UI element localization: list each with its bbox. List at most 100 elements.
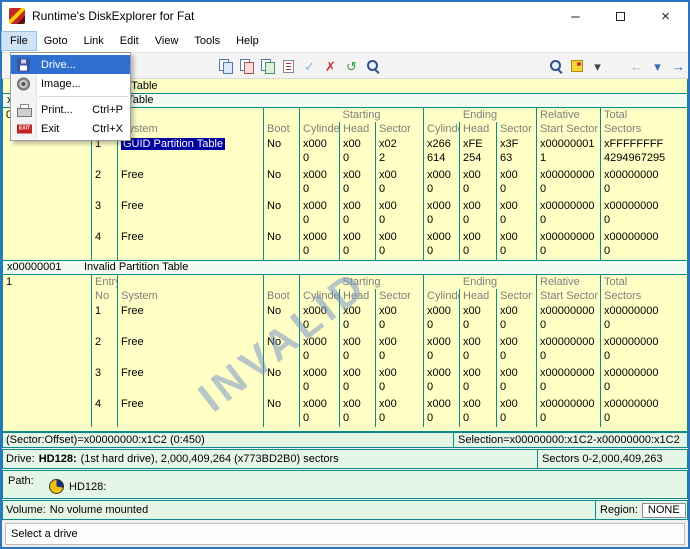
menu-goto[interactable]: Goto: [36, 32, 76, 50]
value-cell[interactable]: x000000000: [600, 303, 687, 334]
value-cell[interactable]: x000: [459, 198, 496, 229]
system-cell[interactable]: Free: [117, 334, 263, 365]
value-cell[interactable]: x0000: [423, 198, 459, 229]
fill-icon[interactable]: [257, 56, 278, 77]
value-cell[interactable]: x000: [339, 334, 375, 365]
value-cell[interactable]: x000: [496, 334, 536, 365]
menu-item-image[interactable]: Image...: [11, 74, 130, 93]
value-cell[interactable]: x000: [375, 334, 423, 365]
apply-changes-icon[interactable]: ✓: [299, 56, 320, 77]
menu-item-exit[interactable]: Exit Ctrl+X: [11, 119, 130, 138]
value-cell[interactable]: x0000: [423, 229, 459, 260]
boot-cell[interactable]: No: [263, 167, 299, 198]
value-cell[interactable]: x000000000: [600, 396, 687, 427]
partition-entry-row[interactable]: 4 Free No x0000x000x000x0000x000x000x000…: [3, 229, 687, 260]
undo-icon[interactable]: ↺: [341, 56, 362, 77]
boot-cell[interactable]: No: [263, 229, 299, 260]
partition-entry-row[interactable]: 2 Free No x0000x000x000x0000x000x000x000…: [3, 334, 687, 365]
value-cell[interactable]: x000: [496, 167, 536, 198]
value-cell[interactable]: x000: [375, 167, 423, 198]
value-cell[interactable]: x000: [339, 396, 375, 427]
value-cell[interactable]: x000: [339, 229, 375, 260]
maximize-button[interactable]: [598, 2, 643, 30]
value-cell[interactable]: xFFFFFFFF4294967295: [600, 136, 687, 167]
menu-item-drive[interactable]: Drive...: [11, 55, 130, 74]
value-cell[interactable]: x000: [496, 229, 536, 260]
preview-icon[interactable]: [362, 56, 383, 77]
system-cell[interactable]: Free: [117, 396, 263, 427]
value-cell[interactable]: x000000000: [536, 198, 600, 229]
menu-edit[interactable]: Edit: [112, 32, 147, 50]
entry-cell[interactable]: 2: [91, 334, 117, 365]
menu-tools[interactable]: Tools: [186, 32, 228, 50]
value-cell[interactable]: x000000000: [600, 198, 687, 229]
partition-entry-row[interactable]: 1 Free No x0000x000x000x0000x000x000x000…: [3, 303, 687, 334]
back-history-icon[interactable]: ▾: [647, 56, 668, 77]
value-cell[interactable]: x000000000: [600, 365, 687, 396]
value-cell[interactable]: x000000000: [600, 334, 687, 365]
paste-icon[interactable]: [236, 56, 257, 77]
partition-entry-row[interactable]: 2 Free No x0000x000x000x0000x000x000x000…: [3, 167, 687, 198]
value-cell[interactable]: x000: [459, 396, 496, 427]
value-cell[interactable]: x000: [375, 229, 423, 260]
system-cell[interactable]: Free: [117, 198, 263, 229]
value-cell[interactable]: x0000: [423, 334, 459, 365]
partition-entry-row[interactable]: 4 Free No x0000x000x000x0000x000x000x000…: [3, 396, 687, 427]
bookmark-dropdown-icon[interactable]: ▾: [587, 56, 608, 77]
value-cell[interactable]: x000: [339, 303, 375, 334]
value-cell[interactable]: x000: [375, 303, 423, 334]
value-cell[interactable]: x000: [339, 198, 375, 229]
value-cell[interactable]: x000: [375, 396, 423, 427]
system-cell[interactable]: Free: [117, 303, 263, 334]
value-cell[interactable]: x0000: [423, 167, 459, 198]
selected-value[interactable]: GUID Partition Table: [121, 138, 225, 150]
menu-item-print[interactable]: Print... Ctrl+P: [11, 100, 130, 119]
value-cell[interactable]: x266614: [423, 136, 459, 167]
value-cell[interactable]: x000: [339, 365, 375, 396]
path-entry[interactable]: HD128:: [49, 479, 106, 494]
value-cell[interactable]: x0000: [299, 167, 339, 198]
boot-cell[interactable]: No: [263, 334, 299, 365]
value-cell[interactable]: x000000000: [536, 365, 600, 396]
value-cell[interactable]: x0000: [299, 396, 339, 427]
value-cell[interactable]: x000: [496, 303, 536, 334]
entry-cell[interactable]: 3: [91, 198, 117, 229]
value-cell[interactable]: x000: [339, 136, 375, 167]
value-cell[interactable]: x022: [375, 136, 423, 167]
boot-cell[interactable]: No: [263, 396, 299, 427]
value-cell[interactable]: x000: [375, 198, 423, 229]
menu-link[interactable]: Link: [76, 32, 112, 50]
partition-entry-row[interactable]: 3 Free No x0000x000x000x0000x000x000x000…: [3, 365, 687, 396]
value-cell[interactable]: x000: [496, 396, 536, 427]
value-cell[interactable]: xFE254: [459, 136, 496, 167]
value-cell[interactable]: x0000: [299, 136, 339, 167]
boot-cell[interactable]: No: [263, 198, 299, 229]
value-cell[interactable]: x000000000: [600, 229, 687, 260]
boot-cell[interactable]: No: [263, 365, 299, 396]
value-cell[interactable]: x000: [459, 167, 496, 198]
value-cell[interactable]: x000000000: [536, 303, 600, 334]
discard-changes-icon[interactable]: ✗: [320, 56, 341, 77]
minimize-button[interactable]: –: [553, 2, 598, 30]
back-icon[interactable]: ←: [626, 56, 647, 77]
value-cell[interactable]: x000000000: [536, 396, 600, 427]
search-icon[interactable]: [545, 56, 566, 77]
value-cell[interactable]: x0000: [299, 198, 339, 229]
value-cell[interactable]: x000: [459, 229, 496, 260]
value-cell[interactable]: x000: [375, 365, 423, 396]
value-cell[interactable]: x000000000: [536, 334, 600, 365]
close-button[interactable]: ×: [643, 2, 688, 30]
menu-view[interactable]: View: [147, 32, 187, 50]
system-cell[interactable]: Free: [117, 167, 263, 198]
system-cell[interactable]: Free: [117, 365, 263, 396]
value-cell[interactable]: x3F63: [496, 136, 536, 167]
value-cell[interactable]: x0000: [299, 303, 339, 334]
hex-view-icon[interactable]: [278, 56, 299, 77]
system-cell[interactable]: GUID Partition Table: [117, 136, 263, 167]
value-cell[interactable]: x000000000: [536, 229, 600, 260]
menu-help[interactable]: Help: [228, 32, 267, 50]
system-cell[interactable]: Free: [117, 229, 263, 260]
boot-cell[interactable]: No: [263, 136, 299, 167]
entry-cell[interactable]: 3: [91, 365, 117, 396]
entry-cell[interactable]: 4: [91, 396, 117, 427]
